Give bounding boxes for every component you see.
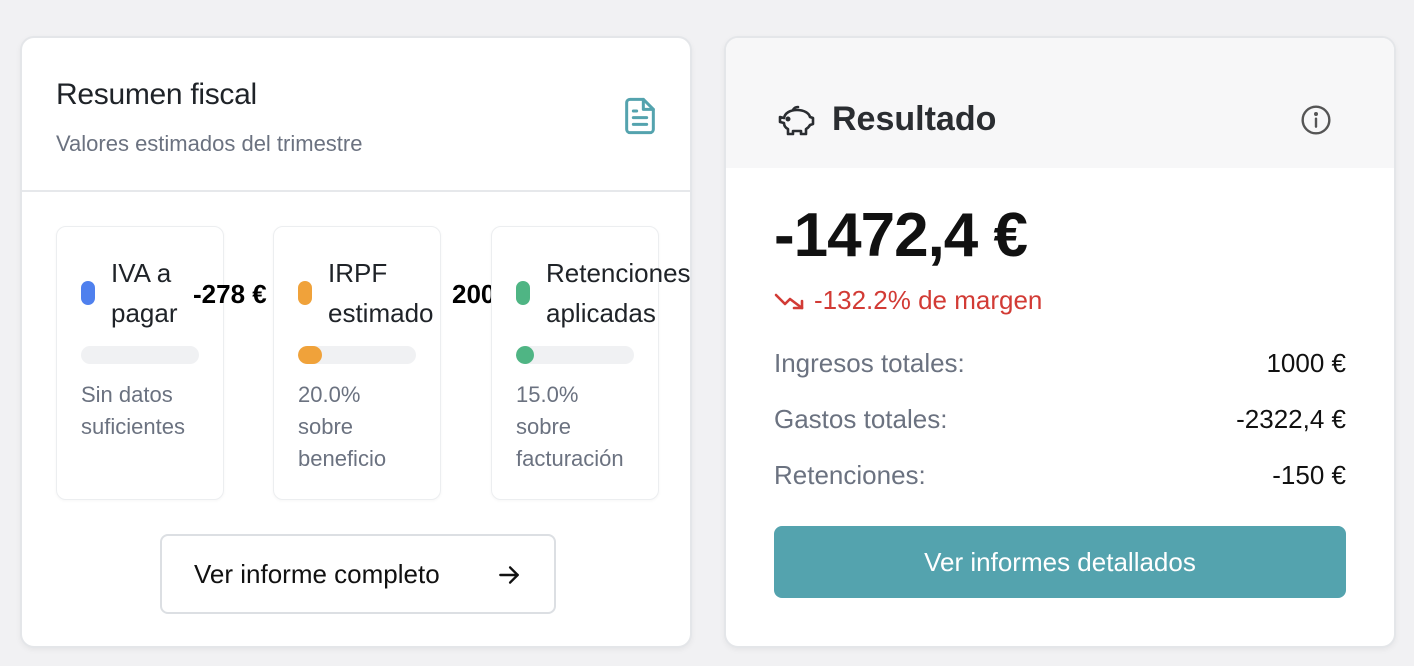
full-report-button-label: Ver informe completo bbox=[194, 558, 440, 589]
detail-row-ingresos: Ingresos totales: 1000 € bbox=[774, 346, 1346, 380]
stat-dot-iva bbox=[81, 281, 95, 305]
stat-box-irpf: IRPF estimado 200 20.0% sobre beneficio bbox=[273, 226, 495, 500]
stat-desc-iva: Sin datos suficientes bbox=[81, 382, 185, 439]
full-report-button[interactable]: Ver informe completo bbox=[160, 534, 556, 614]
stat-value-iva: -278 € bbox=[193, 279, 267, 309]
arrow-right-icon bbox=[499, 566, 519, 584]
fiscal-summary-subtitle: Valores estimados del trimestre bbox=[56, 131, 363, 156]
stat-bar-retenciones bbox=[516, 346, 634, 364]
detail-row-gastos: Gastos totales: -2322,4 € bbox=[774, 402, 1346, 436]
margin-text: -132.2% de margen bbox=[814, 284, 1043, 315]
detail-row-retenciones: Retenciones: -150 € bbox=[774, 458, 1346, 492]
stat-bar-fill-irpf bbox=[298, 346, 322, 364]
detail-label: Ingresos totales: bbox=[774, 347, 965, 378]
detailed-reports-button[interactable]: Ver informes detallados bbox=[774, 526, 1346, 598]
result-title: Resultado bbox=[832, 100, 997, 138]
result-header: Resultado bbox=[726, 38, 1394, 168]
trending-down-icon bbox=[774, 293, 804, 310]
document-icon[interactable] bbox=[620, 96, 660, 136]
stat-bar-iva bbox=[81, 346, 199, 364]
result-card: Resultado -1472,4 € -132.2% de margen In… bbox=[724, 36, 1396, 648]
stat-bar-fill-retenciones bbox=[516, 346, 534, 364]
detail-label: Gastos totales: bbox=[774, 403, 948, 434]
stat-dot-retenciones bbox=[516, 281, 530, 305]
stat-desc-retenciones: 15.0% sobre facturación bbox=[516, 382, 624, 471]
stat-value-irpf: 200 bbox=[452, 279, 496, 309]
detail-label: Retenciones: bbox=[774, 459, 926, 490]
detail-value: -150 € bbox=[1272, 459, 1346, 490]
stat-label-irpf: IRPF estimado bbox=[328, 258, 434, 328]
info-icon[interactable] bbox=[1300, 104, 1332, 136]
detail-value: 1000 € bbox=[1266, 347, 1346, 378]
piggy-bank-icon bbox=[778, 105, 815, 136]
fiscal-summary-header: Resumen fiscal Valores estimados del tri… bbox=[22, 38, 690, 192]
stat-box-retenciones: Retenciones aplicadas 1 15.0% sobre fact… bbox=[491, 226, 690, 500]
fiscal-summary-card: Resumen fiscal Valores estimados del tri… bbox=[20, 36, 692, 648]
stat-bar-irpf bbox=[298, 346, 416, 364]
stat-label-retenciones: Retenciones aplicadas bbox=[546, 258, 691, 328]
stat-dot-irpf bbox=[298, 281, 312, 305]
stat-box-iva: IVA a pagar -278 € Sin datos suficientes bbox=[56, 226, 267, 500]
detail-value: -2322,4 € bbox=[1236, 403, 1346, 434]
margin-indicator: -132.2% de margen bbox=[774, 284, 1042, 316]
stat-desc-irpf: 20.0% sobre beneficio bbox=[298, 382, 387, 471]
stat-label-iva: IVA a pagar bbox=[111, 258, 178, 328]
fiscal-summary-title: Resumen fiscal bbox=[56, 78, 257, 111]
result-amount: -1472,4 € bbox=[774, 201, 1028, 270]
